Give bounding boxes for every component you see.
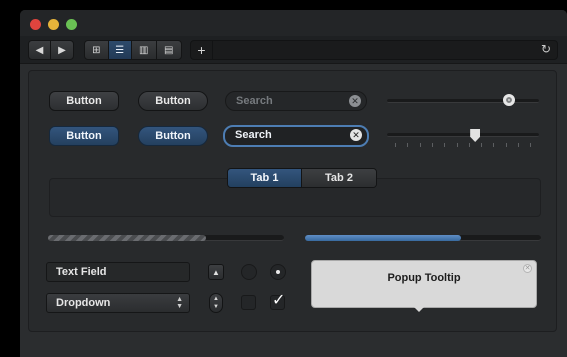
progress-fill bbox=[305, 235, 461, 241]
radio-button-on[interactable] bbox=[270, 264, 286, 280]
forward-icon[interactable]: ▶ bbox=[51, 41, 73, 59]
dropdown-select[interactable]: Dropdown ▲ ▼ bbox=[46, 293, 190, 313]
icon-view-icon[interactable]: ⊞ bbox=[85, 41, 109, 59]
clear-search-icon[interactable]: ✕ bbox=[349, 95, 361, 107]
tooltip-title: Popup Tooltip bbox=[387, 272, 461, 284]
ticked-slider-track[interactable] bbox=[387, 133, 539, 137]
slider-tick bbox=[444, 143, 446, 147]
list-view-icon[interactable]: ☰ bbox=[108, 41, 133, 59]
blue-button[interactable]: Button bbox=[49, 126, 119, 146]
tab-bar: Tab 1 Tab 2 bbox=[227, 168, 377, 188]
app-window: ◀ ▶ ⊞ ☰ ▥ ▤ + ↻ Button Button Search ✕ B… bbox=[20, 10, 567, 357]
titlebar bbox=[20, 10, 567, 36]
focused-search-input[interactable]: Search ✕ bbox=[223, 125, 369, 147]
close-window-button[interactable] bbox=[30, 19, 41, 30]
minimize-window-button[interactable] bbox=[48, 19, 59, 30]
back-icon[interactable]: ◀ bbox=[29, 41, 52, 59]
reload-icon[interactable]: ↻ bbox=[541, 42, 551, 56]
checkmark-icon: ✓ bbox=[272, 292, 286, 309]
disclosure-triangle-icon[interactable]: ▲ bbox=[208, 264, 224, 280]
slider-knob[interactable] bbox=[502, 94, 515, 106]
blue-round-button[interactable]: Button bbox=[138, 126, 208, 146]
dropdown-value: Dropdown bbox=[56, 297, 111, 309]
column-view-icon[interactable]: ▥ bbox=[132, 41, 157, 59]
slider-tick bbox=[505, 143, 507, 147]
slider-tick bbox=[456, 143, 458, 147]
regular-button[interactable]: Button bbox=[49, 91, 119, 111]
ticked-slider-knob[interactable] bbox=[470, 129, 481, 142]
address-bar[interactable]: + ↻ bbox=[190, 40, 558, 60]
tooltip-arrow bbox=[414, 307, 424, 312]
slider-tick bbox=[518, 143, 519, 147]
slider-tick bbox=[530, 143, 532, 147]
add-icon[interactable]: + bbox=[191, 41, 213, 59]
search-value: Search bbox=[235, 129, 272, 141]
slider-track[interactable] bbox=[387, 99, 539, 103]
slider-tick bbox=[493, 143, 495, 147]
text-field[interactable]: Text Field bbox=[46, 262, 190, 282]
slider-tick bbox=[431, 143, 433, 147]
search-placeholder: Search bbox=[236, 95, 273, 107]
radio-button-off[interactable] bbox=[241, 264, 257, 280]
slider-tick bbox=[419, 143, 421, 147]
round-button[interactable]: Button bbox=[138, 91, 208, 111]
checkbox-unchecked[interactable] bbox=[241, 295, 256, 310]
maximize-window-button[interactable] bbox=[66, 19, 77, 30]
view-mode-control: ⊞ ☰ ▥ ▤ bbox=[84, 40, 182, 60]
slider-tick bbox=[481, 143, 483, 147]
checkbox-checked[interactable]: ✓ bbox=[270, 292, 285, 310]
popup-tooltip: Popup Tooltip ✕ bbox=[311, 260, 537, 308]
tooltip-close-icon[interactable]: ✕ bbox=[523, 264, 532, 273]
tab-2[interactable]: Tab 2 bbox=[302, 169, 376, 187]
slider-tick bbox=[407, 143, 409, 147]
back-forward-control: ◀ ▶ bbox=[28, 40, 74, 60]
coverflow-view-icon[interactable]: ▤ bbox=[157, 41, 181, 59]
toolbar: ◀ ▶ ⊞ ☰ ▥ ▤ + ↻ bbox=[20, 36, 567, 64]
slider-tick bbox=[395, 143, 396, 147]
indeterminate-progress-fill bbox=[48, 235, 207, 241]
tab-1[interactable]: Tab 1 bbox=[228, 169, 302, 187]
stepper-control[interactable]: ▲ ▼ bbox=[209, 293, 223, 313]
clear-focused-search-icon[interactable]: ✕ bbox=[350, 129, 362, 141]
search-input[interactable]: Search ✕ bbox=[225, 91, 367, 111]
slider-tick bbox=[468, 143, 470, 147]
dropdown-arrows-icon: ▲ ▼ bbox=[176, 296, 183, 310]
